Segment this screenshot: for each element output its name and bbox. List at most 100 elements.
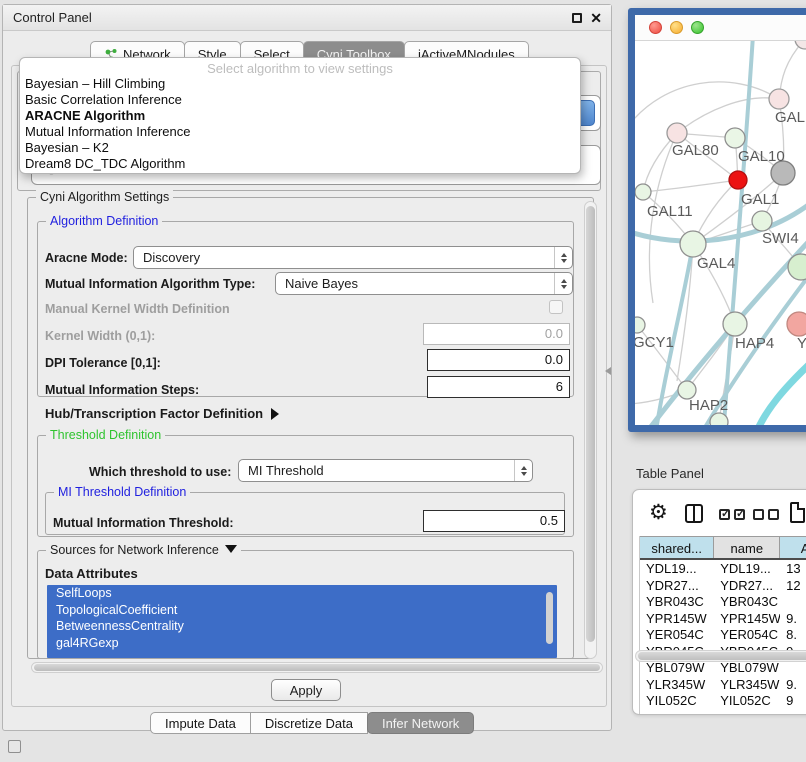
node-gal4[interactable] <box>680 231 706 257</box>
table-row[interactable]: YIL052CYIL052C9 <box>640 692 806 709</box>
algorithm-popup-placeholder: Select algorithm to view settings <box>20 58 580 76</box>
data-attribute-item-selected[interactable]: BetweennessCentrality <box>47 618 557 635</box>
list-scrollbar[interactable] <box>546 592 553 644</box>
node-gal1[interactable] <box>752 211 772 231</box>
node-label-gal11: GAL11 <box>647 203 693 220</box>
unchecked-checkbox-icon[interactable] <box>768 509 779 520</box>
panel-grip-icon[interactable] <box>8 740 21 753</box>
control-panel-window: Control Panel ✕ NetworkStyleSelectCyni T… <box>2 4 612 731</box>
network-canvas[interactable]: GALGAL80GAL10GAL1GAL11SWI4GAL4GCY1HAP4YH… <box>635 41 806 425</box>
apply-button[interactable]: Apply <box>271 679 341 701</box>
table-cell: YPR145W <box>640 610 714 627</box>
table-cell: 9. <box>780 610 806 627</box>
columns-icon[interactable] <box>685 504 703 523</box>
hub-definition-expander[interactable]: Hub/Transcription Factor Definition <box>45 406 279 421</box>
expander-arrow-icon <box>271 408 279 420</box>
mi-steps-field[interactable]: 6 <box>427 376 570 398</box>
column-header-shared[interactable]: shared... <box>640 537 714 558</box>
table-row[interactable]: YDR27...YDR27...12 <box>640 577 806 594</box>
node-gal80[interactable] <box>667 123 687 143</box>
node-gal11[interactable] <box>635 184 651 200</box>
node-label-gal10: GAL10 <box>738 148 785 165</box>
algorithm-option[interactable]: Mutual Information Inference <box>20 124 580 140</box>
table-horizontal-scrollbar[interactable] <box>635 650 806 662</box>
close-icon[interactable]: ✕ <box>590 9 602 27</box>
combo-stepper-icon[interactable] <box>554 247 572 268</box>
sources-group-title[interactable]: Sources for Network Inference <box>46 543 241 557</box>
table-row[interactable]: YER054CYER054C8. <box>640 626 806 643</box>
tab-impute-data[interactable]: Impute Data <box>150 712 251 734</box>
algorithm-dropdown-popup: Select algorithm to view settings Bayesi… <box>19 57 581 174</box>
dpi-tolerance-field[interactable]: 0.0 <box>427 349 570 371</box>
combo-stepper-icon[interactable] <box>554 273 572 294</box>
table-panel: ⚙ shared...nameA YDL19...YDL19...13YDR27… <box>632 489 806 715</box>
combo-stepper-icon[interactable] <box>514 460 532 481</box>
algorithm-option[interactable]: Dream8 DC_TDC Algorithm <box>20 156 580 172</box>
algorithm-option[interactable]: Bayesian – K2 <box>20 140 580 156</box>
network-edge <box>643 180 738 192</box>
gear-icon[interactable]: ⚙ <box>649 500 668 525</box>
aracne-mode-combo[interactable]: Discovery <box>133 246 573 269</box>
dpi-tolerance-label: DPI Tolerance [0,1]: <box>45 356 161 370</box>
minimize-traffic-light-icon[interactable] <box>670 21 683 34</box>
data-attribute-item-selected[interactable]: SelfLoops <box>47 585 557 602</box>
split-pane-handle[interactable] <box>605 367 611 375</box>
table-cell: YLR345W <box>714 676 780 693</box>
node-hap4[interactable] <box>723 312 747 336</box>
node-salmon[interactable] <box>787 312 806 336</box>
table-cell: 12 <box>780 577 806 594</box>
node-label-hap2: HAP2 <box>689 397 728 414</box>
table-cell: YDL19... <box>714 560 780 577</box>
table-cell: YPR145W <box>714 610 780 627</box>
node-gal10[interactable] <box>725 128 745 148</box>
node-bottom-partial[interactable] <box>710 413 728 425</box>
unchecked-checkbox-icon[interactable] <box>753 509 764 520</box>
close-traffic-light-icon[interactable] <box>649 21 662 34</box>
node-label-gal80: GAL80 <box>672 142 719 159</box>
settings-horizontal-scrollbar[interactable] <box>31 662 603 673</box>
document-icon[interactable] <box>790 502 805 523</box>
network-window-titlebar <box>635 15 806 41</box>
which-threshold-combo[interactable]: MI Threshold <box>238 459 533 482</box>
kernel-width-label: Kernel Width (0,1): <box>45 329 155 343</box>
network-edge <box>753 359 806 425</box>
node-label-gal: GAL <box>775 109 805 126</box>
table-row[interactable]: YDL19...YDL19...13 <box>640 560 806 577</box>
data-attribute-item-selected[interactable]: gal4RGexp <box>47 635 557 652</box>
algorithm-option[interactable]: Basic Correlation Inference <box>20 92 580 108</box>
tab-infer-network[interactable]: Infer Network <box>367 712 474 734</box>
mi-type-combo[interactable]: Naive Bayes <box>275 272 573 295</box>
column-header-a[interactable]: A <box>780 537 806 558</box>
algorithm-definition-title: Algorithm Definition <box>46 214 162 228</box>
algorithm-option[interactable]: ARACNE Algorithm <box>20 108 580 124</box>
bottom-tabbar: Impute DataDiscretize DataInfer Network <box>151 712 474 734</box>
table-row[interactable]: YPR145WYPR145W9. <box>640 610 806 627</box>
table-header-row: shared...nameA <box>640 536 806 560</box>
mi-steps-label: Mutual Information Steps: <box>45 383 199 397</box>
checked-checkbox-icon[interactable] <box>734 509 745 520</box>
settings-group-title: Cyni Algorithm Settings <box>36 190 173 204</box>
column-header-name[interactable]: name <box>714 537 780 558</box>
table-panel-title: Table Panel <box>636 466 704 481</box>
table-cell: YDR27... <box>640 577 714 594</box>
tab-discretize-data[interactable]: Discretize Data <box>250 712 368 734</box>
node-red-selected[interactable] <box>729 171 747 189</box>
node-gcy1[interactable] <box>635 317 645 333</box>
node-label-gcy1: GCY1 <box>635 334 674 351</box>
table-row[interactable]: YBR043CYBR043C <box>640 593 806 610</box>
settings-vertical-scrollbar[interactable] <box>584 201 597 659</box>
table-row[interactable]: YLR345WYLR345W9. <box>640 676 806 693</box>
node-gal-pink[interactable] <box>769 89 789 109</box>
checked-checkbox-icon[interactable] <box>719 509 730 520</box>
float-icon[interactable] <box>572 13 582 23</box>
algorithm-option[interactable]: Bayesian – Hill Climbing <box>20 76 580 92</box>
zoom-traffic-light-icon[interactable] <box>691 21 704 34</box>
data-attribute-item-selected[interactable]: TopologicalCoefficient <box>47 602 557 619</box>
node-label-gal4: GAL4 <box>697 255 735 272</box>
data-attributes-list[interactable]: SelfLoopsTopologicalCoefficientBetweenne… <box>47 585 557 658</box>
table-cell: 9 <box>780 692 806 709</box>
kernel-width-field: 0.0 <box>423 323 570 345</box>
node-unlabeled-top[interactable] <box>795 41 806 49</box>
mi-threshold-field[interactable]: 0.5 <box>423 510 565 532</box>
mi-type-label: Mutual Information Algorithm Type: <box>45 277 255 291</box>
